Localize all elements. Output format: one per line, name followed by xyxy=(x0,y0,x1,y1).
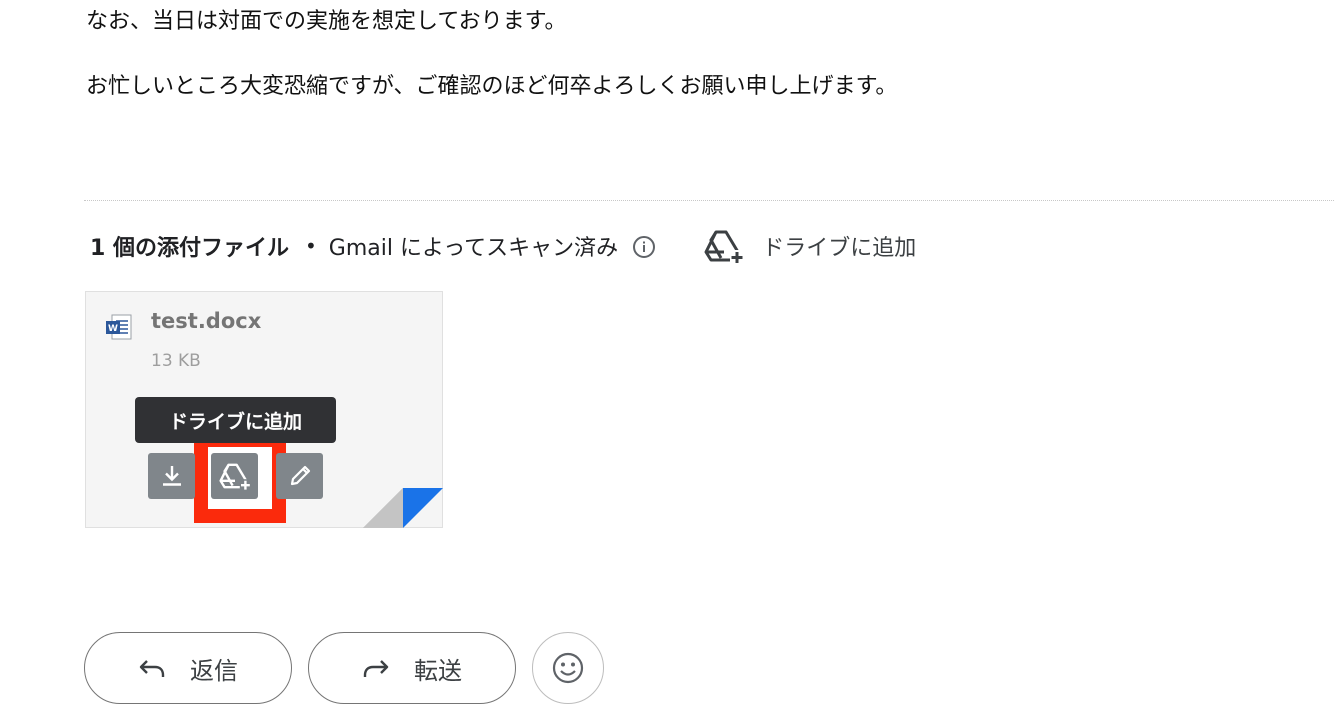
edit-button[interactable] xyxy=(276,453,323,499)
file-size: 13 KB xyxy=(151,351,201,371)
emoji-reaction-button[interactable] xyxy=(532,632,604,704)
drive-add-icon xyxy=(218,463,251,491)
forward-icon xyxy=(363,660,389,677)
forward-label: 転送 xyxy=(414,656,462,685)
download-icon xyxy=(162,466,181,486)
download-button[interactable] xyxy=(148,453,195,499)
attachment-header: 1 個の添付ファイル • Gmail によってスキャン済み ドライブに追加 xyxy=(90,228,916,264)
word-file-icon: W xyxy=(105,313,133,345)
forward-button[interactable]: 転送 xyxy=(308,632,516,704)
attachment-divider xyxy=(84,200,1334,201)
scan-status: Gmail によってスキャン済み xyxy=(328,236,619,261)
reply-button[interactable]: 返信 xyxy=(84,632,292,704)
reply-icon xyxy=(139,660,165,677)
message-line-1: なお、当日は対面での実施を想定しております。 xyxy=(86,9,567,34)
reply-label: 返信 xyxy=(190,656,238,685)
attachment-separator: • xyxy=(304,234,317,258)
file-name: test.docx xyxy=(151,309,262,333)
tooltip: ドライブに追加 xyxy=(135,397,336,443)
message-line-2: お忙しいところ大変恐縮ですが、ご確認のほど何卒よろしくお願い申し上げます。 xyxy=(86,74,898,99)
smiley-icon xyxy=(552,652,584,684)
drive-add-label: ドライブに追加 xyxy=(762,236,917,261)
pencil-icon xyxy=(290,465,310,486)
add-all-to-drive-button[interactable]: ドライブに追加 xyxy=(704,228,916,264)
attachment-count: 1 個の添付ファイル xyxy=(90,236,289,261)
page-fold-corner xyxy=(363,488,443,528)
info-icon[interactable] xyxy=(632,235,656,258)
drive-add-icon xyxy=(704,230,745,264)
add-to-drive-button[interactable] xyxy=(211,453,258,499)
email-view: なお、当日は対面での実施を想定しております。 お忙しいところ大変恐縮ですが、ご確… xyxy=(0,0,1340,726)
svg-text:W: W xyxy=(108,324,118,334)
